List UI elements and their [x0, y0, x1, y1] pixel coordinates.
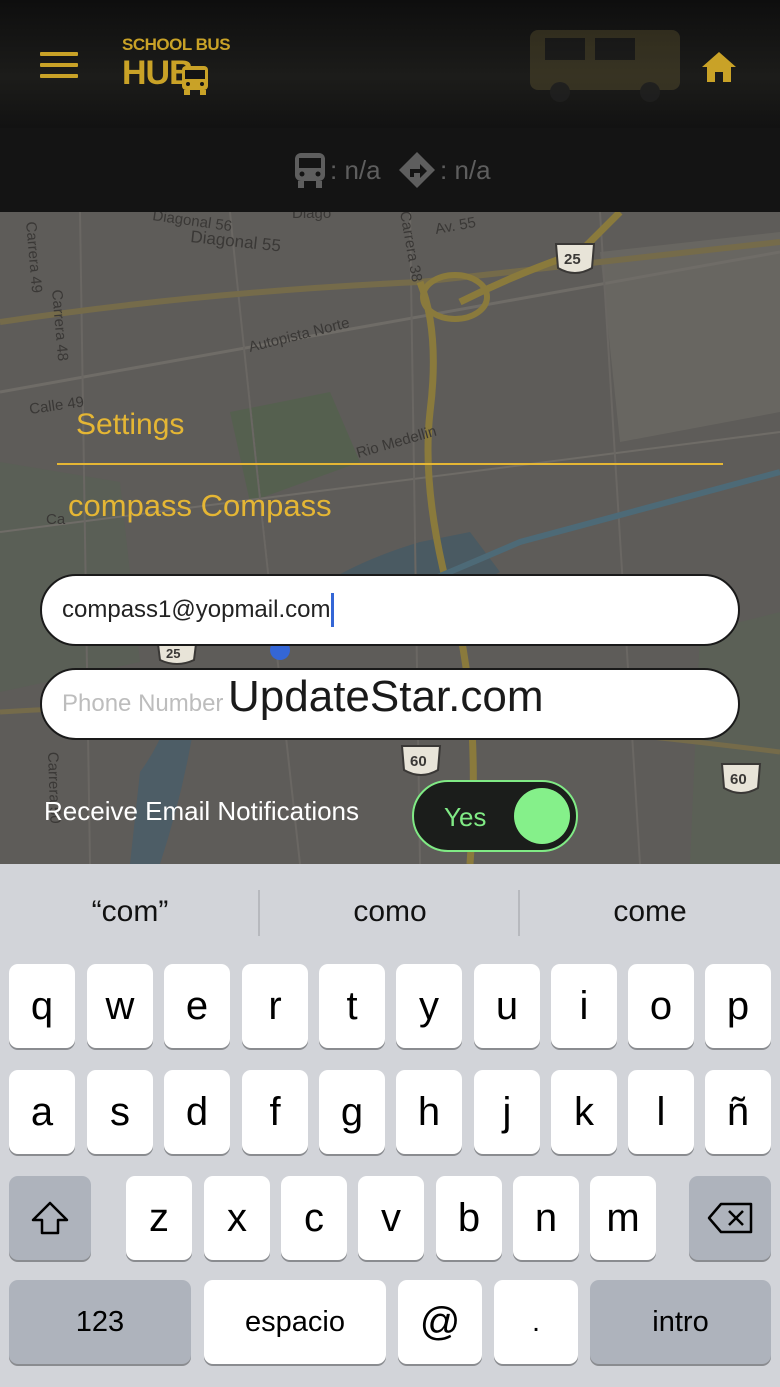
- suggestion-bar: “com” como come: [0, 864, 780, 960]
- bus-status: : n/a: [294, 150, 381, 190]
- svg-text:25: 25: [166, 646, 180, 661]
- svg-text:Diago: Diago: [292, 212, 331, 222]
- key-v[interactable]: v: [358, 1176, 424, 1260]
- key-e[interactable]: e: [164, 964, 230, 1048]
- key-q[interactable]: q: [9, 964, 75, 1048]
- dot-key[interactable]: .: [494, 1280, 578, 1364]
- key-b[interactable]: b: [436, 1176, 502, 1260]
- key-h[interactable]: h: [396, 1070, 462, 1154]
- key-j[interactable]: j: [474, 1070, 540, 1154]
- user-name: compass Compass: [68, 488, 332, 523]
- highway-shield-60-icon: 60: [720, 763, 762, 794]
- suggestion-item[interactable]: “com”: [0, 864, 260, 960]
- key-x[interactable]: x: [204, 1176, 270, 1260]
- home-icon[interactable]: [700, 50, 738, 84]
- text-cursor: [331, 593, 335, 627]
- key-t[interactable]: t: [319, 964, 385, 1048]
- shift-icon: [31, 1201, 69, 1235]
- key-m[interactable]: m: [590, 1176, 656, 1260]
- key-g[interactable]: g: [319, 1070, 385, 1154]
- key-l[interactable]: l: [628, 1070, 694, 1154]
- key-f[interactable]: f: [242, 1070, 308, 1154]
- svg-text:60: 60: [410, 753, 427, 770]
- suggestion-item[interactable]: come: [520, 864, 780, 960]
- numbers-key[interactable]: 123: [9, 1280, 191, 1364]
- app-logo: SCHOOL BUS HUB: [122, 36, 231, 106]
- svg-text:Ca: Ca: [46, 511, 66, 528]
- key-d[interactable]: d: [164, 1070, 230, 1154]
- key-a[interactable]: a: [9, 1070, 75, 1154]
- shift-key[interactable]: [9, 1176, 91, 1260]
- key-y[interactable]: y: [396, 964, 462, 1048]
- menu-button[interactable]: [40, 52, 78, 82]
- key-k[interactable]: k: [551, 1070, 617, 1154]
- suggestion-item[interactable]: como: [260, 864, 520, 960]
- key-p[interactable]: p: [705, 964, 771, 1048]
- key-n-tilde[interactable]: ñ: [705, 1070, 771, 1154]
- toggle-label: Yes: [444, 802, 487, 832]
- bus-logo-icon: [182, 66, 208, 95]
- trip-status-bar: : n/a : n/a: [0, 128, 780, 212]
- key-z[interactable]: z: [126, 1176, 192, 1260]
- key-o[interactable]: o: [628, 964, 694, 1048]
- email-notifications-toggle[interactable]: Yes: [412, 780, 578, 852]
- backspace-icon: [707, 1202, 753, 1234]
- route-direction-icon: [399, 152, 435, 188]
- key-u[interactable]: u: [474, 964, 540, 1048]
- key-c[interactable]: c: [281, 1176, 347, 1260]
- key-r[interactable]: r: [242, 964, 308, 1048]
- settings-divider: [57, 463, 723, 465]
- hamburger-icon: [40, 52, 78, 56]
- email-field[interactable]: compass1@yopmail.com: [40, 574, 740, 646]
- delete-key[interactable]: [689, 1176, 771, 1260]
- on-screen-keyboard: “com” como come q w e r t y u i o p a s …: [0, 864, 780, 1387]
- app-header: SCHOOL BUS HUB: [0, 0, 780, 128]
- email-notifications-label: Receive Email Notifications: [44, 796, 360, 826]
- key-s[interactable]: s: [87, 1070, 153, 1154]
- return-key[interactable]: intro: [590, 1280, 771, 1364]
- svg-text:25: 25: [564, 251, 581, 268]
- key-i[interactable]: i: [551, 964, 617, 1048]
- toggle-knob: [514, 788, 570, 844]
- route-status: : n/a: [398, 150, 491, 190]
- bus-background-image: [530, 30, 680, 102]
- highway-shield-60-icon: 60: [400, 745, 442, 776]
- svg-text:60: 60: [730, 771, 747, 788]
- at-key[interactable]: @: [398, 1280, 482, 1364]
- highway-shield-25-icon: 25: [554, 243, 596, 274]
- map-graphic: Diagonal 56 Diagonal 55 Diago Carrera 49…: [0, 212, 780, 864]
- key-n[interactable]: n: [513, 1176, 579, 1260]
- space-key[interactable]: espacio: [204, 1280, 386, 1364]
- key-w[interactable]: w: [87, 964, 153, 1048]
- highway-shield-25-icon: 25: [156, 643, 198, 665]
- bus-icon: [295, 153, 325, 188]
- settings-title: Settings: [76, 408, 185, 441]
- map-view[interactable]: Diagonal 56 Diagonal 55 Diago Carrera 49…: [0, 212, 780, 864]
- watermark: UpdateStar.com: [228, 672, 544, 721]
